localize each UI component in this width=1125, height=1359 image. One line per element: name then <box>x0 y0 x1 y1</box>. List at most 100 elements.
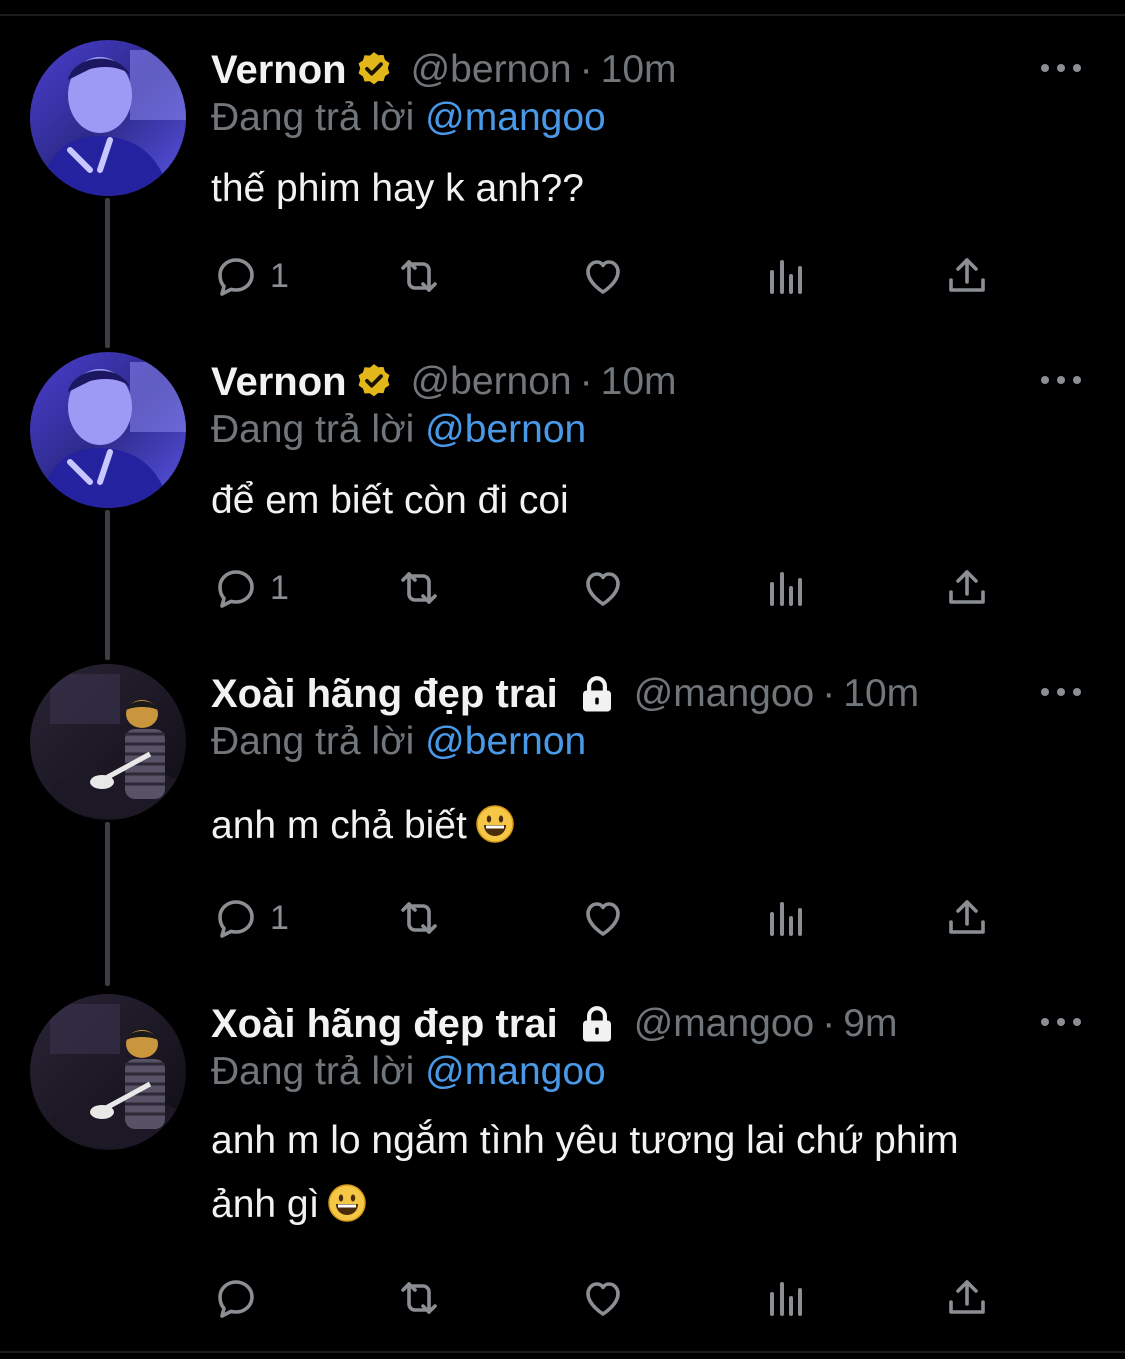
handle[interactable]: @bernon <box>411 360 572 404</box>
analytics-icon <box>762 564 810 612</box>
share-button[interactable] <box>943 894 991 942</box>
handle[interactable]: @mangoo <box>634 672 815 716</box>
more-icon[interactable] <box>1041 372 1081 388</box>
handle[interactable]: @mangoo <box>634 1002 815 1046</box>
like-button[interactable] <box>579 564 627 612</box>
mention-link[interactable]: @mangoo <box>425 96 606 139</box>
analytics-icon <box>762 1274 810 1322</box>
handle[interactable]: @bernon <box>411 48 572 92</box>
thread-line <box>105 198 110 348</box>
like-icon <box>579 1274 627 1322</box>
like-icon <box>579 894 627 942</box>
avatar-mangoo-image <box>30 664 186 820</box>
tweet-text: để em biết còn đi coi <box>211 469 1091 533</box>
retweet-button[interactable] <box>395 252 443 300</box>
like-icon <box>579 252 627 300</box>
top-edge <box>0 0 1125 16</box>
retweet-button[interactable] <box>395 1274 443 1322</box>
retweet-icon <box>395 1274 443 1322</box>
display-name[interactable]: Xoài hãng đẹp trai <box>211 1002 558 1047</box>
analytics-icon <box>762 894 810 942</box>
reply-icon <box>212 894 260 942</box>
retweet-button[interactable] <box>395 894 443 942</box>
avatar[interactable] <box>30 40 186 196</box>
share-icon <box>943 564 991 612</box>
analytics-button[interactable] <box>762 1274 810 1322</box>
tweet-text: anh m lo ngắm tình yêu tương lai chứ phi… <box>211 1109 1091 1237</box>
timestamp[interactable]: 10m <box>601 360 677 404</box>
reply-button[interactable]: 1 <box>212 894 289 942</box>
avatar-vernon-image <box>30 40 186 196</box>
tweet-text-line: anh m lo ngắm tình yêu tương lai chứ phi… <box>211 1119 959 1162</box>
mention-link[interactable]: @mangoo <box>425 1050 606 1093</box>
tweet-text-line: ảnh gì <box>211 1183 320 1226</box>
reply-icon <box>212 1274 260 1322</box>
timestamp[interactable]: 10m <box>601 48 677 92</box>
share-icon <box>943 1274 991 1322</box>
display-name[interactable]: Xoài hãng đẹp trai <box>211 672 558 717</box>
share-button[interactable] <box>943 564 991 612</box>
bottom-edge <box>0 1351 1125 1359</box>
smiley-emoji <box>327 1183 367 1223</box>
analytics-icon <box>762 252 810 300</box>
reply-button[interactable]: 1 <box>212 564 289 612</box>
analytics-button[interactable] <box>762 894 810 942</box>
tweet-text-line: để em biết còn đi coi <box>211 479 569 522</box>
reply-count: 1 <box>270 898 289 937</box>
mention-link[interactable]: @bernon <box>425 720 586 763</box>
like-button[interactable] <box>579 252 627 300</box>
share-button[interactable] <box>943 1274 991 1322</box>
replying-to: Đang trả lời @bernon <box>211 720 586 764</box>
lock-icon <box>576 673 618 715</box>
replying-to: Đang trả lời @bernon <box>211 408 586 452</box>
like-button[interactable] <box>579 1274 627 1322</box>
display-name[interactable]: Vernon <box>211 48 347 93</box>
analytics-button[interactable] <box>762 564 810 612</box>
separator: · <box>579 48 593 91</box>
mention-link[interactable]: @bernon <box>425 408 586 451</box>
analytics-button[interactable] <box>762 252 810 300</box>
share-icon <box>943 894 991 942</box>
reply-icon <box>212 252 260 300</box>
retweet-button[interactable] <box>395 564 443 612</box>
retweet-icon <box>395 564 443 612</box>
smiley-emoji <box>475 804 515 844</box>
tweet-text: thế phim hay k anh?? <box>211 157 1091 221</box>
replying-to-label: Đang trả lời <box>211 720 415 763</box>
avatar[interactable] <box>30 352 186 508</box>
thread-line <box>105 822 110 986</box>
avatar[interactable] <box>30 994 186 1150</box>
thread-line <box>105 510 110 660</box>
verified-badge-icon <box>353 49 395 91</box>
retweet-icon <box>395 894 443 942</box>
replying-to: Đang trả lời @mangoo <box>211 1050 606 1094</box>
replying-to: Đang trả lời @mangoo <box>211 96 606 140</box>
more-icon[interactable] <box>1041 1014 1081 1030</box>
reply-icon <box>212 564 260 612</box>
reply-button[interactable]: 1 <box>212 252 289 300</box>
tweet-text-line: anh m chả biết <box>211 804 467 847</box>
tweet-text-line: thế phim hay k anh?? <box>211 167 584 210</box>
like-button[interactable] <box>579 894 627 942</box>
reply-button[interactable] <box>212 1274 270 1322</box>
avatar-mangoo-image <box>30 994 186 1150</box>
share-button[interactable] <box>943 252 991 300</box>
retweet-icon <box>395 252 443 300</box>
reply-count: 1 <box>270 256 289 295</box>
replying-to-label: Đang trả lời <box>211 96 415 139</box>
share-icon <box>943 252 991 300</box>
reply-count: 1 <box>270 568 289 607</box>
timestamp[interactable]: 10m <box>843 672 919 716</box>
like-icon <box>579 564 627 612</box>
avatar[interactable] <box>30 664 186 820</box>
replying-to-label: Đang trả lời <box>211 408 415 451</box>
lock-icon <box>576 1003 618 1045</box>
verified-badge-icon <box>353 361 395 403</box>
replying-to-label: Đang trả lời <box>211 1050 415 1093</box>
timestamp[interactable]: 9m <box>843 1002 897 1046</box>
avatar-vernon-image <box>30 352 186 508</box>
more-icon[interactable] <box>1041 60 1081 76</box>
more-icon[interactable] <box>1041 684 1081 700</box>
tweet-text: anh m chả biết <box>211 794 1091 858</box>
display-name[interactable]: Vernon <box>211 360 347 405</box>
